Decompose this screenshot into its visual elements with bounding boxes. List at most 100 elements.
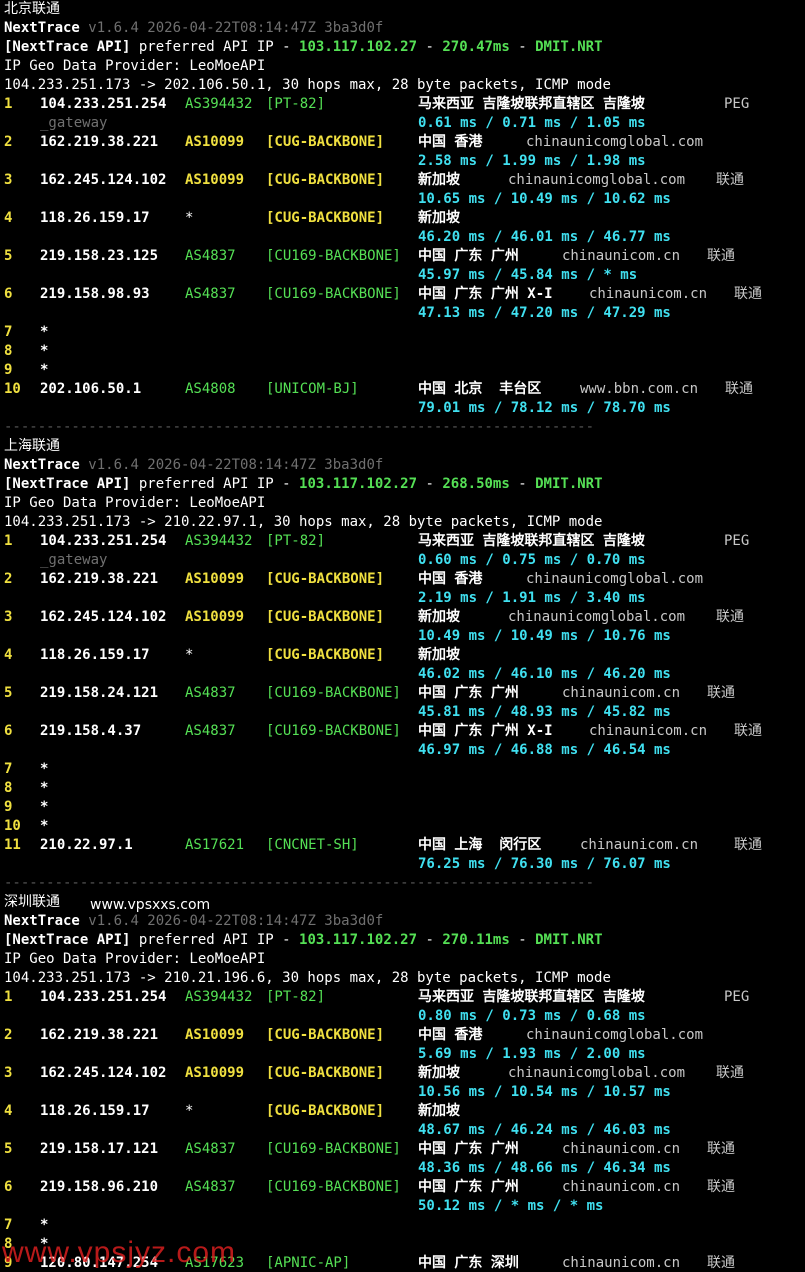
- api-text: preferred API IP -: [138, 39, 291, 55]
- hop-number: 8: [4, 780, 13, 796]
- hop-row-timeout: 9 *: [4, 798, 805, 817]
- api-tag: [NextTrace API]: [4, 39, 131, 55]
- hop-geo: 新加坡: [418, 647, 460, 663]
- hop-row: 6 219.158.98.93 AS4837 [CU169-BACKBONE] …: [4, 285, 805, 304]
- hop-rtt: 0.60 ms / 0.75 ms / 0.70 ms: [418, 552, 646, 568]
- hop-rtt: 48.36 ms / 48.66 ms / 46.34 ms: [418, 1160, 671, 1176]
- api-dash: -: [518, 39, 527, 55]
- hop-row: 6 219.158.4.37 AS4837 [CU169-BACKBONE] 中…: [4, 722, 805, 741]
- hop-org: chinaunicomglobal.com: [526, 134, 704, 150]
- hop-geo: 马来西亚 吉隆坡联邦直辖区 吉隆坡: [418, 989, 645, 1005]
- hop-rtt: 2.19 ms / 1.91 ms / 3.40 ms: [418, 590, 646, 606]
- geo-provider: IP Geo Data Provider: LeoMoeAPI: [4, 951, 266, 967]
- app-name: NextTrace: [4, 457, 80, 473]
- hop-number: 3: [4, 172, 13, 188]
- app-version: v1.6.4 2026-04-22T08:14:47Z 3ba3d0f: [88, 913, 384, 929]
- hop-ip: 162.245.124.102: [40, 172, 167, 188]
- hop-timeout: *: [40, 818, 49, 834]
- hop-rtt: 46.97 ms / 46.88 ms / 46.54 ms: [418, 742, 671, 758]
- hop-row: 5 219.158.17.121 AS4837 [CU169-BACKBONE]…: [4, 1140, 805, 1159]
- hop-number: 2: [4, 1027, 13, 1043]
- hop-rtt: 47.13 ms / 47.20 ms / 47.29 ms: [418, 305, 671, 321]
- hop-number: 4: [4, 1103, 13, 1119]
- hop-ip: 219.158.24.121: [40, 685, 159, 701]
- hop-number: 1: [4, 96, 13, 112]
- hop-rtt: 0.80 ms / 0.73 ms / 0.68 ms: [418, 1008, 646, 1024]
- api-dash: -: [518, 932, 527, 948]
- hop-geo: 新加坡: [418, 609, 460, 625]
- hop-geo: 中国 广东 广州 X-I: [418, 286, 553, 302]
- hop-row: 2 162.219.38.221 AS10099 [CUG-BACKBONE] …: [4, 133, 805, 152]
- terminal-output: 北京联通 NextTrace v1.6.4 2026-04-22T08:14:4…: [4, 0, 805, 1272]
- hop-asn: *: [185, 210, 194, 226]
- hop-rtt: 0.61 ms / 0.71 ms / 1.05 ms: [418, 115, 646, 131]
- app-name: NextTrace: [4, 913, 80, 929]
- hop-asn: AS4837: [185, 286, 236, 302]
- hop-row: 10 202.106.50.1 AS4808 [UNICOM-BJ] 中国 北京…: [4, 380, 805, 399]
- hop-rtt: 10.49 ms / 10.49 ms / 10.76 ms: [418, 628, 671, 644]
- hop-ip: 219.158.98.93: [40, 286, 150, 302]
- hop-rtt: 46.02 ms / 46.10 ms / 46.20 ms: [418, 666, 671, 682]
- hop-rtt: 5.69 ms / 1.93 ms / 2.00 ms: [418, 1046, 646, 1062]
- hop-geo: 中国 香港: [418, 571, 483, 587]
- api-tag: [NextTrace API]: [4, 932, 131, 948]
- hop-asn: AS4837: [185, 723, 236, 739]
- hop-ip: 219.158.4.37: [40, 723, 142, 739]
- hop-asn: AS10099: [185, 609, 245, 625]
- hop-rtt: 76.25 ms / 76.30 ms / 76.07 ms: [418, 856, 671, 872]
- hop-tag: [CUG-BACKBONE]: [266, 647, 385, 663]
- hop-org: chinaunicom.cn: [562, 1141, 681, 1157]
- hop-rtt: 50.12 ms / * ms / * ms: [418, 1198, 604, 1214]
- route-summary: 104.233.251.173 -> 202.106.50.1, 30 hops…: [4, 77, 611, 93]
- hop-isp: 联通: [716, 609, 744, 625]
- hop-ip: 219.158.17.121: [40, 1141, 159, 1157]
- hop-ip: 162.245.124.102: [40, 1065, 167, 1081]
- hop-rtt: 45.81 ms / 48.93 ms / 45.82 ms: [418, 704, 671, 720]
- hop-org: chinaunicomglobal.com: [526, 1027, 704, 1043]
- hop-rtt: 79.01 ms / 78.12 ms / 78.70 ms: [418, 400, 671, 416]
- hop-asn: AS17621: [185, 837, 245, 853]
- hop-geo: 中国 上海 闵行区: [418, 837, 542, 853]
- hop-tag: [UNICOM-BJ]: [266, 381, 359, 397]
- hop-row: 3 162.245.124.102 AS10099 [CUG-BACKBONE]…: [4, 608, 805, 627]
- hop-tag: [CU169-BACKBONE]: [266, 248, 401, 264]
- hop-ip: 162.219.38.221: [40, 1027, 159, 1043]
- hop-org: chinaunicom.cn: [562, 1179, 681, 1195]
- hop-number: 6: [4, 286, 13, 302]
- hop-timeout: *: [40, 780, 49, 796]
- api-dash: -: [425, 39, 434, 55]
- hop-geo: 中国 广东 广州: [418, 1179, 519, 1195]
- hop-org: PEG: [724, 533, 750, 549]
- trace-section-beijing: 北京联通 NextTrace v1.6.4 2026-04-22T08:14:4…: [4, 0, 805, 437]
- hop-number: 2: [4, 134, 13, 150]
- hop-row: 4 118.26.159.17 * [CUG-BACKBONE] 新加坡: [4, 209, 805, 228]
- hop-tag: [CUG-BACKBONE]: [266, 134, 385, 150]
- hop-geo: 中国 广东 深圳: [418, 1255, 519, 1271]
- hop-isp: 联通: [707, 1179, 735, 1195]
- hop-geo: 新加坡: [418, 1103, 460, 1119]
- hop-rtt: 10.65 ms / 10.49 ms / 10.62 ms: [418, 191, 671, 207]
- hop-tag: [APNIC-AP]: [266, 1255, 351, 1271]
- api-ip: 103.117.102.27: [299, 476, 418, 492]
- hop-number: 10: [4, 381, 21, 397]
- hop-org: chinaunicom.cn: [580, 837, 699, 853]
- hop-asn: AS4837: [185, 1179, 236, 1195]
- hop-row: 2 162.219.38.221 AS10099 [CUG-BACKBONE] …: [4, 570, 805, 589]
- hop-row: 3 162.245.124.102 AS10099 [CUG-BACKBONE]…: [4, 1064, 805, 1083]
- hop-number: 5: [4, 248, 13, 264]
- hop-tag: [CU169-BACKBONE]: [266, 723, 401, 739]
- hop-tag: [CUG-BACKBONE]: [266, 1065, 385, 1081]
- hop-row: 1 104.233.251.254 AS394432 [PT-82] 马来西亚 …: [4, 95, 805, 114]
- api-dash: -: [425, 932, 434, 948]
- hop-row: 1 104.233.251.254 AS394432 [PT-82] 马来西亚 …: [4, 988, 805, 1007]
- hop-asn: AS10099: [185, 1027, 245, 1043]
- hop-ip: 162.219.38.221: [40, 134, 159, 150]
- hop-geo: 中国 广东 广州: [418, 685, 519, 701]
- section-separator: ----------------------------------------…: [4, 419, 595, 435]
- hop-number: 5: [4, 685, 13, 701]
- api-ip: 103.117.102.27: [299, 932, 418, 948]
- api-latency: 268.50ms: [442, 476, 510, 492]
- hop-org: PEG: [724, 989, 750, 1005]
- hop-geo: 中国 广东 广州 X-I: [418, 723, 553, 739]
- hop-geo: 中国 香港: [418, 134, 483, 150]
